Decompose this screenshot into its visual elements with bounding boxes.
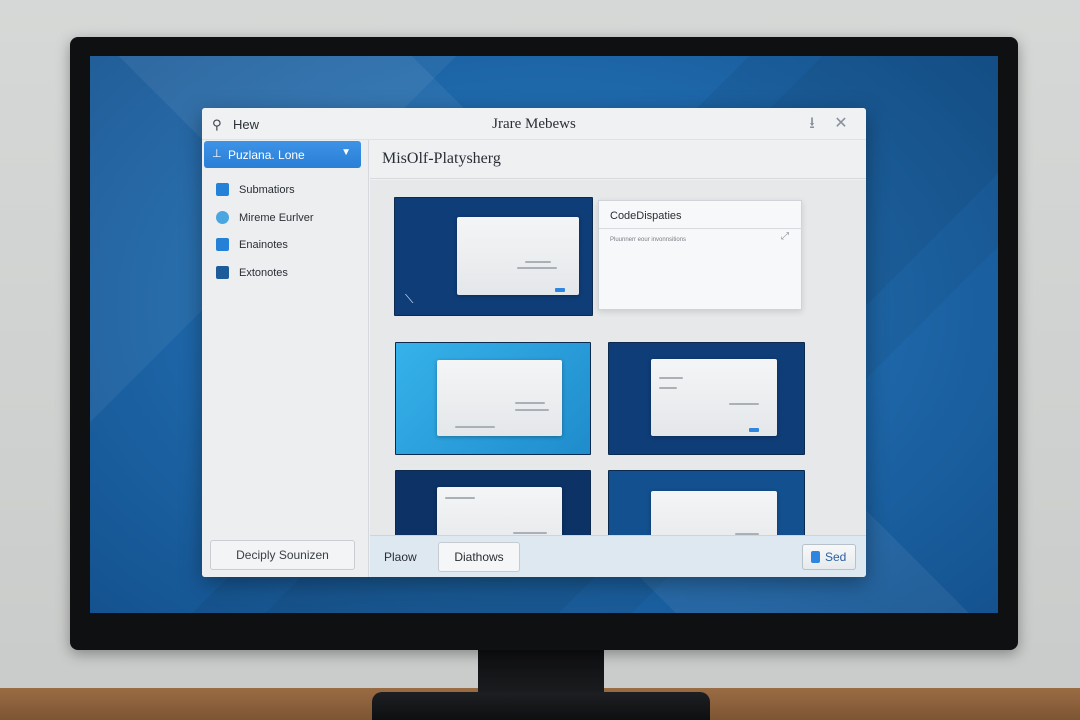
- window-thumbnail-5[interactable]: [608, 470, 805, 535]
- sidebar-footer-button[interactable]: Deciply Sounizen: [210, 540, 355, 570]
- app-window: ⚲ Hew Jrare Mebews ⭳ ✕ ⊥ Puzlana. Lone ▼…: [202, 108, 866, 577]
- window-thumbnail-2[interactable]: [395, 342, 591, 455]
- thumbnail-card: [457, 217, 579, 295]
- sidebar-item-submatiors[interactable]: Submatiors: [214, 180, 364, 200]
- thumbnail-card: [437, 360, 562, 436]
- sidebar-selector-label: Puzlana. Lone: [228, 148, 305, 162]
- info-panel: CodeDispaties Pluunnerr eour invonnsitio…: [598, 200, 803, 310]
- sidebar-item-label: Extonotes: [239, 267, 288, 279]
- send-button[interactable]: Sed: [802, 544, 856, 570]
- sidebar-item-enainotes[interactable]: Enainotes: [214, 235, 364, 255]
- globe-icon: [216, 211, 229, 224]
- resize-handle-icon[interactable]: ⟍: [405, 292, 413, 307]
- square-icon: [216, 238, 229, 251]
- window-thumbnail-1[interactable]: ⟍: [394, 197, 593, 316]
- bottom-action-bar: Plaow Diathows Sed: [370, 535, 866, 577]
- folder-icon: ⊥: [212, 148, 222, 160]
- panel-title: CodeDispaties: [610, 210, 682, 222]
- notes-icon: [216, 266, 229, 279]
- sidebar-item-label: Enainotes: [239, 239, 288, 251]
- close-icon[interactable]: ✕: [831, 114, 851, 134]
- sidebar-item-label: Submatiors: [239, 184, 295, 196]
- thumbnail-card: [651, 359, 777, 436]
- send-button-label: Sed: [825, 550, 847, 564]
- window-thumbnail-4[interactable]: [395, 470, 591, 535]
- sidebar-selector[interactable]: ⊥ Puzlana. Lone ▼: [204, 141, 361, 168]
- title-bar: ⚲ Hew Jrare Mebews ⭳ ✕: [202, 108, 866, 140]
- window-thumbnail-3[interactable]: [608, 342, 805, 455]
- expand-icon[interactable]: ⤢: [781, 231, 789, 242]
- thumbnail-grid: ⟍ CodeDispaties Pluunnerr eour invonnsit…: [370, 180, 866, 535]
- monitor-stand: [478, 648, 604, 698]
- thumbnail-card: [437, 487, 562, 535]
- diathows-button[interactable]: Diathows: [438, 542, 520, 572]
- sidebar: ⊥ Puzlana. Lone ▼ Submatiors Mireme Eurl…: [202, 140, 369, 577]
- monitor: ⚲ Hew Jrare Mebews ⭳ ✕ ⊥ Puzlana. Lone ▼…: [70, 37, 1018, 650]
- main-header: MisOlf-Platysherg: [370, 140, 866, 179]
- sidebar-item-label: Mireme Eurlver: [239, 212, 314, 224]
- square-icon: [216, 183, 229, 196]
- monitor-base: [372, 692, 710, 720]
- thumbnail-card: [651, 491, 777, 535]
- sidebar-item-mireme-eurlver[interactable]: Mireme Eurlver: [214, 208, 364, 228]
- pin-icon[interactable]: ⭳: [802, 114, 822, 134]
- window-title: Jrare Mebews: [492, 116, 576, 132]
- bottom-bar-label: Plaow: [384, 550, 417, 564]
- send-icon: [811, 551, 820, 563]
- page-title: MisOlf-Platysherg: [382, 150, 501, 167]
- chevron-down-icon: ▼: [341, 147, 351, 158]
- desktop-screen: ⚲ Hew Jrare Mebews ⭳ ✕ ⊥ Puzlana. Lone ▼…: [90, 56, 998, 613]
- panel-subtitle: Pluunnerr eour invonnsitions: [610, 237, 687, 243]
- sidebar-item-extonotes[interactable]: Extonotes: [214, 263, 364, 283]
